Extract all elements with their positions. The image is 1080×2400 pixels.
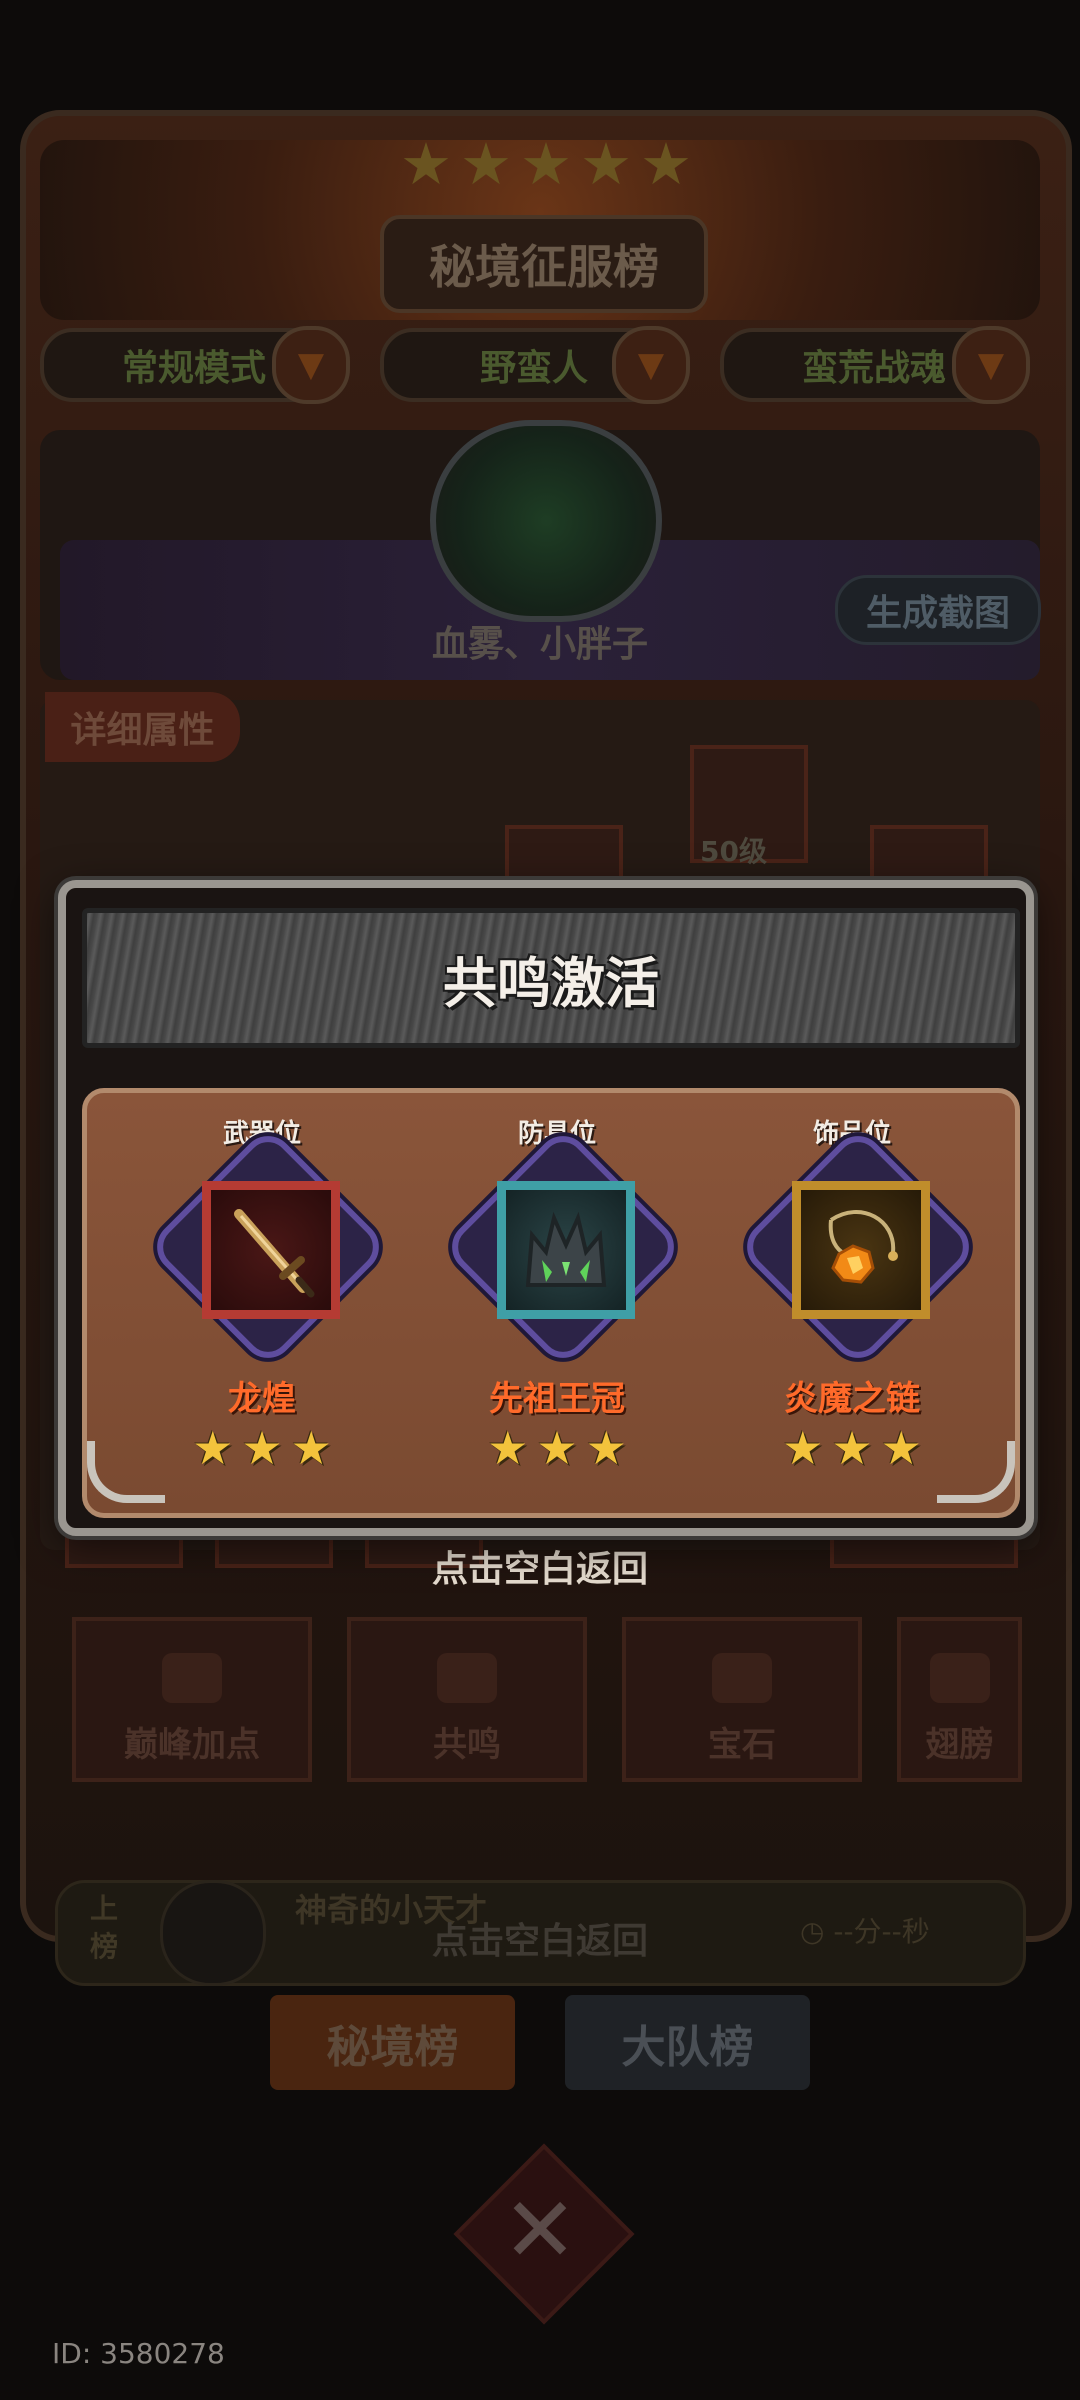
detail-attributes-tab[interactable]: 详细属性 <box>45 692 240 762</box>
equip-level-label: 50级 <box>700 835 767 868</box>
peak-points-label: 巅峰加点 <box>124 1725 260 1765</box>
subclass-dropdown-label: 蛮荒战魂 <box>801 348 946 389</box>
tab-team-rank[interactable]: 大队榜 <box>565 1995 810 2090</box>
plus-house-icon <box>162 1653 222 1703</box>
leaderboard-title: 秘境征服榜 <box>380 215 708 313</box>
star-icon: ★ <box>880 1421 922 1475</box>
chevron-down-icon: ▼ <box>952 326 1030 404</box>
wings-button[interactable]: 翅膀 <box>897 1617 1022 1782</box>
player-avatar <box>430 420 662 622</box>
peak-points-button[interactable]: 巅峰加点 <box>72 1617 312 1782</box>
corner-ornament <box>937 1441 1015 1503</box>
tap-blank-to-return-hint-dim: 点击空白返回 <box>431 1921 648 1962</box>
class-dropdown-label: 野蛮人 <box>479 348 588 389</box>
subclass-dropdown[interactable]: 蛮荒战魂 ▼ <box>720 326 1030 404</box>
amulet-icon <box>828 1210 898 1284</box>
modal-body: 武器位 龙煌 ★ ★ ★ 防具位 先祖王冠 ★ ★ ★ 饰品位 炎魔之链 ★ ★… <box>82 1088 1020 1518</box>
corner-ornament <box>87 1441 165 1503</box>
armor-slot[interactable]: 防具位 先祖王冠 ★ ★ ★ <box>432 1113 685 1513</box>
star-icon: ★ <box>831 1421 873 1475</box>
user-id-label: ID: 3580278 <box>52 2337 225 2370</box>
mode-dropdown-label: 常规模式 <box>121 348 266 389</box>
armor-item[interactable] <box>497 1181 635 1319</box>
gem-button[interactable]: 宝石 <box>622 1617 862 1782</box>
weapon-item[interactable] <box>202 1181 340 1319</box>
crown-icon <box>525 1211 607 1287</box>
resonance-label: 共鸣 <box>433 1725 501 1765</box>
star-icon: ★ <box>290 1421 332 1475</box>
star-icon: ★ <box>585 1421 627 1475</box>
tab-secret-rank[interactable]: 秘境榜 <box>270 1995 515 2090</box>
modal-header: 共鸣激活 <box>82 908 1020 1048</box>
accessory-item-name: 炎魔之链 <box>784 1379 920 1419</box>
armor-item-name: 先祖王冠 <box>489 1379 625 1419</box>
star-icon: ★ <box>241 1421 283 1475</box>
rank-stars-decoration: ★★★★★ <box>400 130 700 198</box>
modal-title: 共鸣激活 <box>443 951 659 1015</box>
player-names: 血雾、小胖子 <box>431 624 648 665</box>
resonance-button[interactable]: 共鸣 <box>347 1617 587 1782</box>
wings-icon <box>929 1653 990 1703</box>
star-icon: ★ <box>487 1421 529 1475</box>
resonance-icon <box>437 1653 497 1703</box>
star-icon: ★ <box>192 1421 234 1475</box>
weapon-star-rating: ★ ★ ★ <box>137 1423 387 1473</box>
weapon-slot[interactable]: 武器位 龙煌 ★ ★ ★ <box>137 1113 390 1513</box>
chevron-down-icon: ▼ <box>272 326 350 404</box>
tap-blank-to-return-hint: 点击空白返回 <box>431 1549 648 1590</box>
weapon-item-name: 龙煌 <box>228 1379 296 1419</box>
sword-icon <box>234 1209 315 1298</box>
gem-icon <box>712 1653 772 1703</box>
close-icon: ✕ <box>502 2177 578 2283</box>
gem-label: 宝石 <box>708 1725 776 1765</box>
wings-label: 翅膀 <box>925 1725 994 1765</box>
star-icon: ★ <box>782 1421 824 1475</box>
mode-dropdown[interactable]: 常规模式 ▼ <box>40 326 350 404</box>
accessory-item[interactable] <box>792 1181 930 1319</box>
armor-star-rating: ★ ★ ★ <box>432 1423 682 1473</box>
star-icon: ★ <box>536 1421 578 1475</box>
resonance-activation-modal: 共鸣激活 武器位 龙煌 ★ ★ ★ 防具位 先祖王冠 ★ ★ ★ 饰品位 炎魔之… <box>58 880 1034 1536</box>
class-dropdown[interactable]: 野蛮人 ▼ <box>380 326 690 404</box>
generate-screenshot-button[interactable]: 生成截图 <box>835 575 1041 645</box>
chevron-down-icon: ▼ <box>612 326 690 404</box>
